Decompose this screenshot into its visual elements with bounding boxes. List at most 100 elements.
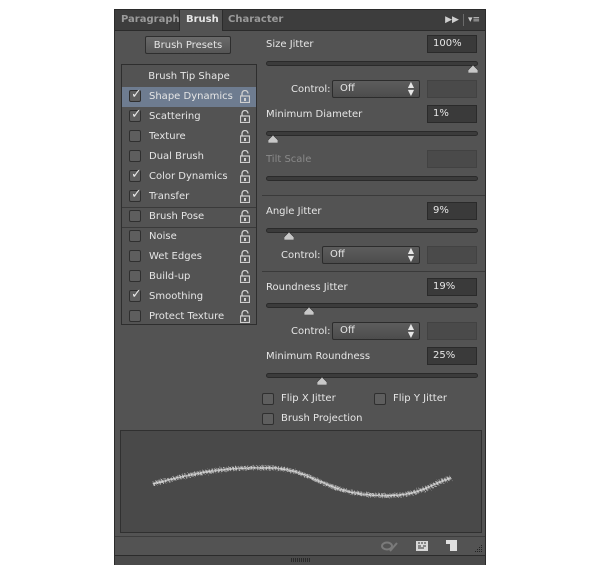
drag-handle-icon[interactable]	[291, 558, 311, 562]
tab-brush[interactable]: Brush	[179, 10, 223, 31]
sidebar-item-shape-dynamics[interactable]: ✓ Shape Dynamics	[122, 87, 256, 107]
checkmark-icon: ✓	[131, 287, 142, 302]
checkbox[interactable]: ✓	[129, 167, 142, 182]
checkbox[interactable]	[129, 130, 141, 142]
angle-control-fade-input	[427, 246, 477, 264]
minimum-roundness-input[interactable]: 25%	[427, 347, 477, 365]
minimum-roundness-slider[interactable]	[266, 373, 478, 378]
sidebar-item-label: Dual Brush	[149, 151, 204, 162]
angle-jitter-slider-thumb[interactable]	[284, 232, 295, 240]
toggle-live-tip-preview-icon[interactable]	[381, 541, 399, 552]
checkmark-icon: ✓	[131, 167, 142, 182]
tilt-scale-label: Tilt Scale	[266, 154, 312, 165]
size-control-select[interactable]: Off ▲ ▼	[332, 80, 420, 98]
unlock-icon[interactable]	[239, 249, 251, 264]
angle-jitter-label: Angle Jitter	[266, 206, 322, 217]
size-jitter-slider-thumb[interactable]	[468, 65, 478, 73]
size-jitter-input[interactable]: 100%	[427, 35, 477, 53]
checkbox[interactable]	[129, 210, 141, 222]
size-control-value: Off	[340, 83, 355, 94]
sidebar-item-texture[interactable]: Texture	[122, 127, 256, 147]
size-control-fade-input	[427, 80, 477, 98]
unlock-icon[interactable]	[239, 189, 251, 204]
panel-menu-icon[interactable]: ▾≡	[468, 15, 480, 25]
sidebar-item-brush-tip-shape[interactable]: Brush Tip Shape	[122, 67, 256, 87]
sidebar-item-scattering[interactable]: ✓ Scattering	[122, 107, 256, 127]
sidebar-item-color-dynamics[interactable]: ✓ Color Dynamics	[122, 167, 256, 187]
tab-character[interactable]: Character	[222, 10, 286, 30]
unlock-icon[interactable]	[239, 89, 251, 104]
sidebar-item-protect-texture[interactable]: Protect Texture	[122, 307, 256, 327]
roundness-jitter-input[interactable]: 19%	[427, 278, 477, 296]
checkbox[interactable]	[129, 250, 141, 262]
angle-control-select[interactable]: Off ▲ ▼	[322, 246, 420, 264]
minimum-diameter-slider[interactable]	[266, 131, 478, 136]
sidebar-item-label: Transfer	[149, 191, 190, 202]
unlock-icon[interactable]	[239, 289, 251, 304]
brush-stroke-image	[152, 465, 452, 498]
sidebar-item-label: Protect Texture	[149, 311, 225, 322]
panel-resize-footer[interactable]	[115, 555, 485, 565]
brush-stroke-preview	[120, 430, 482, 533]
checkbox[interactable]	[129, 230, 141, 242]
open-preset-manager-icon[interactable]	[416, 541, 428, 551]
minimum-diameter-slider-thumb[interactable]	[268, 135, 279, 143]
sidebar-item-noise[interactable]: Noise	[122, 227, 256, 247]
unlock-icon[interactable]	[239, 209, 251, 224]
sidebar-item-label: Color Dynamics	[149, 171, 228, 182]
create-new-brush-icon[interactable]	[446, 540, 457, 551]
brush-projection-checkbox[interactable]	[262, 413, 274, 425]
flip-x-jitter-checkbox[interactable]	[262, 393, 274, 405]
checkbox[interactable]: ✓	[129, 187, 142, 202]
sidebar-item-wet-edges[interactable]: Wet Edges	[122, 247, 256, 267]
minimum-roundness-label: Minimum Roundness	[266, 351, 371, 362]
size-jitter-slider[interactable]	[266, 61, 478, 66]
unlock-icon[interactable]	[239, 309, 251, 324]
roundness-control-select[interactable]: Off ▲ ▼	[332, 322, 420, 340]
sidebar-item-label: Scattering	[149, 111, 201, 122]
angle-jitter-input[interactable]: 9%	[427, 202, 477, 220]
flip-y-jitter-checkbox[interactable]	[374, 393, 386, 405]
checkbox[interactable]	[129, 150, 141, 162]
roundness-jitter-slider-thumb[interactable]	[304, 307, 315, 315]
sidebar-item-build-up[interactable]: Build-up	[122, 267, 256, 287]
sidebar-item-dual-brush[interactable]: Dual Brush	[122, 147, 256, 167]
sidebar-item-label: Shape Dynamics	[149, 91, 233, 102]
checkbox[interactable]: ✓	[129, 87, 142, 102]
checkbox[interactable]: ✓	[129, 107, 142, 122]
angle-jitter-slider[interactable]	[266, 228, 478, 233]
sidebar-item-transfer[interactable]: ✓ Transfer	[122, 187, 256, 207]
checkbox[interactable]	[129, 270, 141, 282]
bottom-toolbar	[115, 536, 485, 556]
brush-panel: Paragraph Brush Character ▶▶ ▾≡ Brush Pr…	[114, 9, 486, 565]
brush-projection-label: Brush Projection	[281, 413, 363, 424]
angle-control-value: Off	[330, 249, 345, 260]
brush-settings-list: Brush Tip Shape ✓ Shape Dynamics ✓ Scatteri…	[121, 64, 257, 325]
roundness-control-value: Off	[340, 325, 355, 336]
brush-presets-button[interactable]: Brush Presets	[145, 36, 231, 54]
unlock-icon[interactable]	[239, 269, 251, 284]
unlock-icon[interactable]	[239, 149, 251, 164]
unlock-icon[interactable]	[239, 169, 251, 184]
tab-paragraph[interactable]: Paragraph	[115, 10, 181, 30]
sidebar-item-smoothing[interactable]: ✓ Smoothing	[122, 287, 256, 307]
unlock-icon[interactable]	[239, 129, 251, 144]
chevron-updown-icon: ▲ ▼	[407, 80, 414, 97]
chevron-updown-icon: ▲ ▼	[407, 322, 414, 339]
resize-grip-icon[interactable]	[474, 544, 483, 553]
minimum-roundness-slider-thumb[interactable]	[316, 377, 327, 385]
unlock-icon[interactable]	[239, 229, 251, 244]
flip-y-jitter-label: Flip Y Jitter	[393, 393, 447, 404]
checkmark-icon: ✓	[131, 107, 142, 122]
roundness-jitter-label: Roundness Jitter	[266, 282, 348, 293]
sidebar-item-brush-pose[interactable]: Brush Pose	[122, 207, 256, 227]
collapse-arrows-icon[interactable]: ▶▶	[445, 15, 459, 25]
roundness-control-fade-input	[427, 322, 477, 340]
unlock-icon[interactable]	[239, 109, 251, 124]
checkbox[interactable]: ✓	[129, 287, 142, 302]
checkbox[interactable]	[129, 310, 141, 322]
size-control-label: Control:	[291, 84, 331, 95]
checkmark-icon: ✓	[131, 87, 142, 102]
roundness-jitter-slider[interactable]	[266, 303, 478, 308]
minimum-diameter-input[interactable]: 1%	[427, 105, 477, 123]
